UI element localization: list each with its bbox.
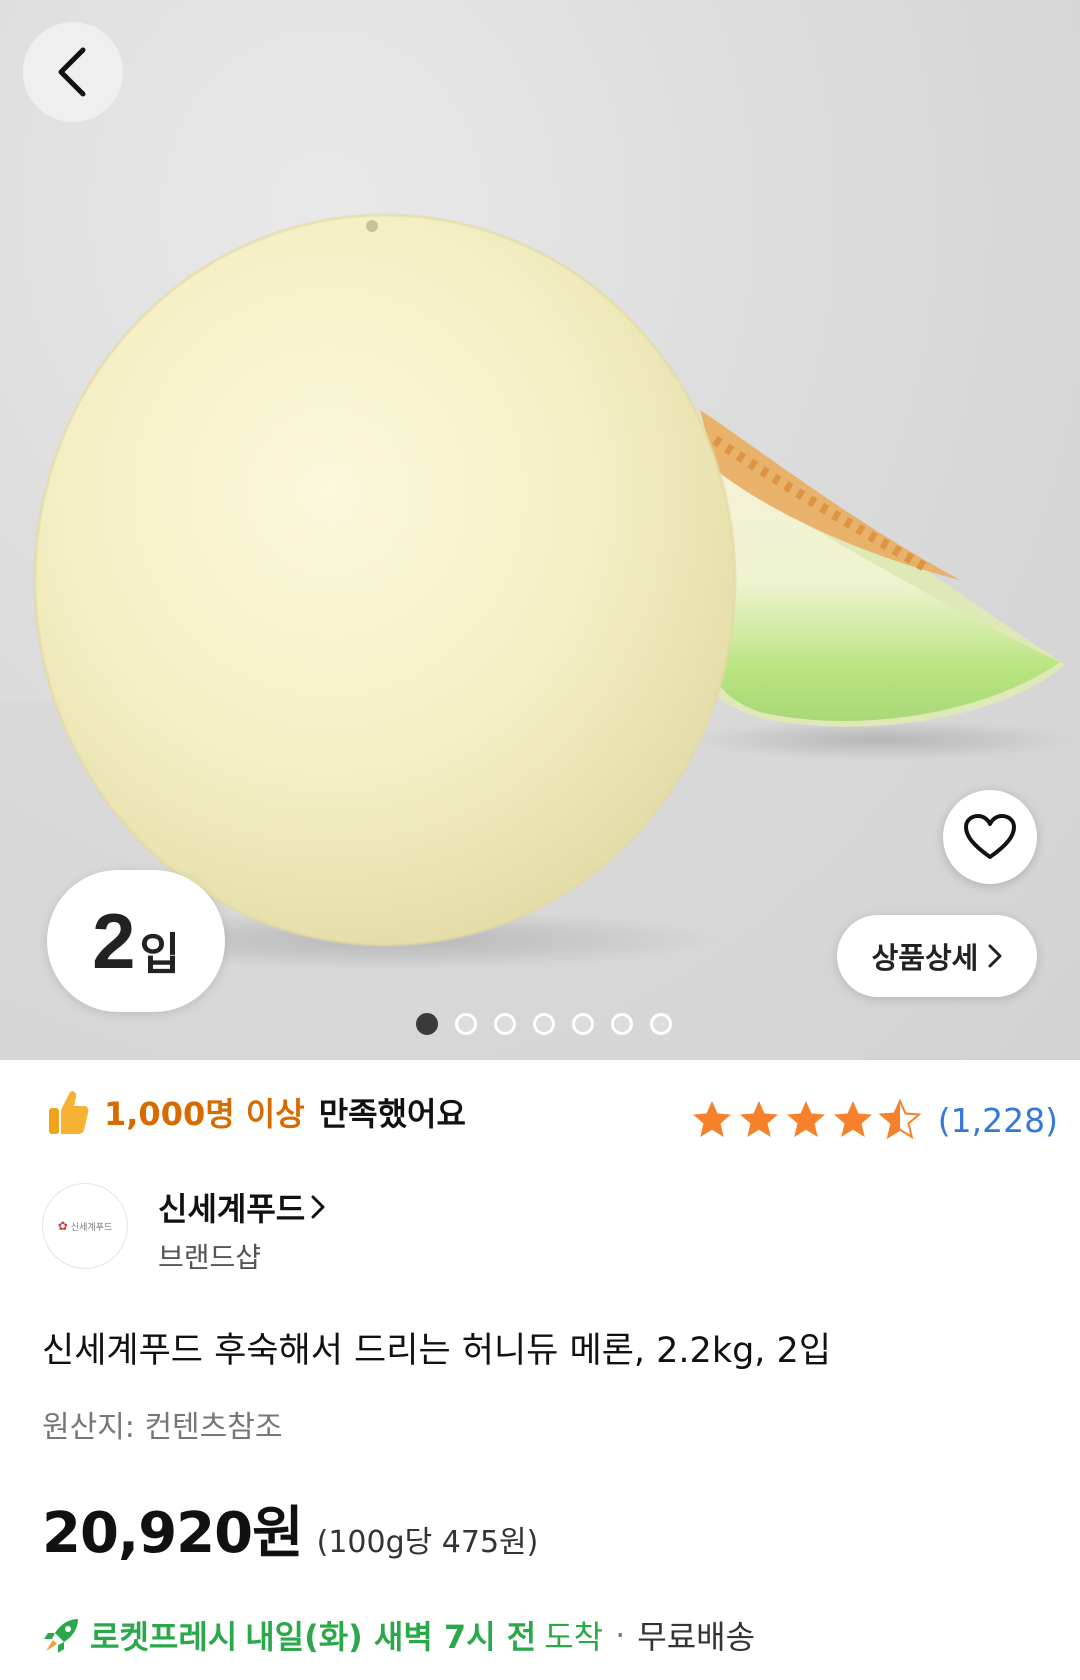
chevron-right-icon <box>988 944 1002 968</box>
chevron-right-icon <box>311 1195 325 1219</box>
star-rating <box>692 1100 920 1138</box>
satisfaction-count: 1,000명 이상 <box>104 1095 305 1133</box>
thumbs-up-icon <box>49 1091 89 1134</box>
star-icon <box>833 1101 872 1137</box>
flower-icon: ✿ <box>57 1219 68 1233</box>
back-button[interactable] <box>23 22 123 122</box>
star-icon <box>786 1101 825 1137</box>
carousel-dot[interactable] <box>611 1013 633 1035</box>
pack-count-number: 2 <box>92 896 136 985</box>
product-detail-button[interactable]: 상품상세 <box>837 915 1037 997</box>
star-icon <box>739 1101 778 1137</box>
heart-icon <box>964 814 1016 859</box>
carousel-dot[interactable] <box>650 1013 672 1035</box>
star-icon <box>692 1101 731 1137</box>
delivery-separator: · <box>615 1616 626 1654</box>
unit-price: (100g당 475원) <box>316 1525 539 1560</box>
satisfaction-banner: 1,000명 이상 만족했어요 <box>46 1088 466 1136</box>
product-page: 2 입 상품상세 1,000명 이상 만족했어요 (1,228) ✿ 신세계푸드… <box>0 0 1080 1680</box>
free-shipping: 무료배송 <box>637 1618 756 1656</box>
review-count[interactable]: (1,228) <box>938 1101 1058 1140</box>
product-origin: 원산지: 컨텐츠참조 <box>42 1410 283 1445</box>
carousel-dot[interactable] <box>533 1013 555 1035</box>
price-row: 20,920원 (100g당 475원) <box>42 1488 538 1569</box>
pack-count-unit: 입 <box>139 929 180 980</box>
delivery-date: 내일(화) 새벽 7시 전 <box>245 1618 537 1656</box>
brand-subtitle: 브랜드샵 <box>158 1241 262 1274</box>
satisfaction-text: 만족했어요 <box>318 1095 466 1133</box>
rating-summary[interactable]: (1,228) <box>690 1098 1058 1142</box>
carousel-dot[interactable] <box>416 1013 438 1035</box>
brand-logo[interactable]: ✿ 신세계푸드 <box>42 1183 128 1269</box>
brand-shop-link[interactable]: 신세계푸드 <box>158 1184 325 1230</box>
carousel-dot[interactable] <box>572 1013 594 1035</box>
product-detail-label: 상품상세 <box>871 941 979 975</box>
product-price: 20,920원 <box>42 1501 304 1566</box>
rocket-fresh-label: 로켓프레시 <box>90 1618 238 1656</box>
product-image-carousel[interactable]: 2 입 상품상세 <box>0 0 1080 1060</box>
chevron-left-icon <box>58 47 86 97</box>
brand-name: 신세계푸드 <box>158 1190 306 1228</box>
carousel-dot[interactable] <box>455 1013 477 1035</box>
product-title: 신세계푸드 후숙해서 드리는 허니듀 메론, 2.2kg, 2입 <box>42 1331 832 1371</box>
half-star-icon <box>879 1100 920 1138</box>
carousel-dot[interactable] <box>494 1013 516 1035</box>
pack-count-badge: 2 입 <box>47 870 225 1012</box>
wishlist-button[interactable] <box>943 790 1037 884</box>
delivery-arrive: 도착 <box>544 1618 604 1656</box>
rocket-icon <box>44 1619 78 1653</box>
delivery-info: 로켓프레시 내일(화) 새벽 7시 전 도착 · 무료배송 <box>42 1612 755 1658</box>
carousel-indicator <box>0 1013 1080 1035</box>
brand-logo-text: 신세계푸드 <box>70 1222 113 1233</box>
